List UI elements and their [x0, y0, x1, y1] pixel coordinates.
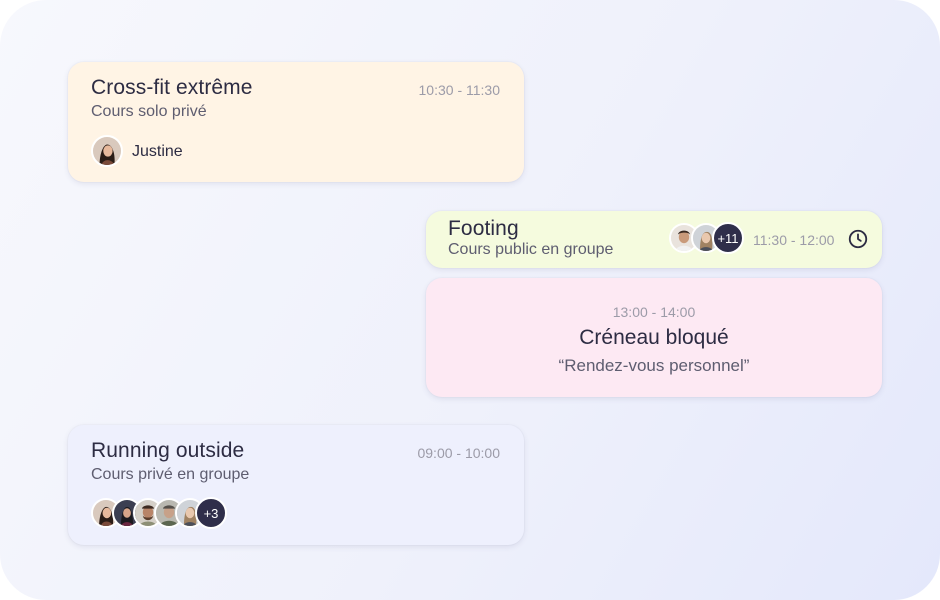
- event-card-crossfit[interactable]: Cross-fit extrême Cours solo privé 10:30…: [68, 62, 524, 182]
- event-time: 11:30 - 12:00: [753, 232, 835, 248]
- event-card-running[interactable]: Running outside Cours privé en groupe 09…: [68, 425, 524, 545]
- event-subtitle: Cours public en groupe: [448, 241, 614, 258]
- event-card-footing[interactable]: Footing Cours public en groupe +11 11:30…: [426, 211, 882, 268]
- event-title: Running outside: [91, 439, 245, 462]
- event-subtitle: Cours solo privé: [91, 103, 207, 120]
- event-time: 10:30 - 11:30: [418, 82, 500, 98]
- more-participants-badge: +3: [195, 497, 227, 529]
- schedule-canvas: Cross-fit extrême Cours solo privé 10:30…: [0, 0, 940, 600]
- event-subtitle: Cours privé en groupe: [91, 466, 250, 483]
- event-time: 09:00 - 10:00: [417, 445, 500, 461]
- event-card-blocked-slot[interactable]: 13:00 - 14:00 Créneau bloqué “Rendez-vou…: [426, 278, 882, 397]
- participant-avatar: [91, 135, 123, 167]
- event-title: Footing: [448, 217, 519, 240]
- event-title: Cross-fit extrême: [91, 76, 253, 99]
- participant-photo: [93, 137, 121, 165]
- participant-name: Justine: [132, 143, 183, 160]
- event-title: Créneau bloqué: [579, 326, 729, 349]
- clock-icon[interactable]: [847, 228, 869, 250]
- more-participants-badge: +11: [712, 222, 744, 254]
- event-time: 13:00 - 14:00: [612, 304, 696, 320]
- event-note: “Rendez-vous personnel”: [558, 356, 750, 375]
